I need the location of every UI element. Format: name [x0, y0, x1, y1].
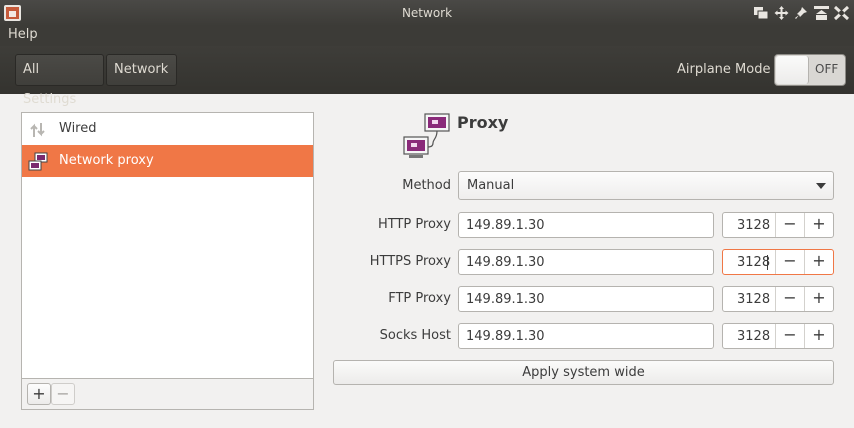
http-proxy-port-value: 3128 — [737, 218, 771, 233]
proxy-title: Proxy — [457, 113, 509, 132]
proxy-icon — [403, 113, 451, 159]
socks-port-decrement-button[interactable]: − — [775, 324, 804, 348]
socks-host-label: Socks Host — [379, 328, 451, 343]
https-proxy-host-value: 149.89.1.30 — [466, 255, 545, 270]
ftp-port-decrement-button[interactable]: − — [775, 287, 804, 311]
wired-arrows-icon — [28, 120, 48, 140]
close-icon[interactable] — [833, 5, 850, 21]
http-proxy-port-stepper[interactable]: 3128 − + — [722, 212, 834, 238]
https-proxy-port-stepper[interactable]: 3128 − + — [722, 249, 834, 275]
network-proxy-icon — [28, 152, 48, 172]
http-proxy-host-input[interactable]: 149.89.1.30 — [458, 212, 714, 238]
method-value: Manual — [467, 178, 515, 193]
restore-icon[interactable] — [753, 5, 770, 21]
apply-system-wide-button[interactable]: Apply system wide — [333, 360, 834, 385]
chevron-down-icon — [816, 183, 826, 189]
ftp-proxy-label: FTP Proxy — [388, 291, 451, 306]
ftp-proxy-host-input[interactable]: 149.89.1.30 — [458, 286, 714, 312]
list-item-network-proxy[interactable]: Network proxy — [22, 145, 313, 177]
menu-bar: Help — [0, 26, 854, 46]
text-caret — [767, 255, 768, 270]
https-proxy-host-input[interactable]: 149.89.1.30 — [458, 249, 714, 275]
list-item-label: Wired — [59, 121, 97, 136]
title-bar: Network — [0, 0, 854, 26]
http-port-decrement-button[interactable]: − — [775, 213, 804, 237]
socks-port-value: 3128 — [737, 329, 771, 344]
list-item-wired[interactable]: Wired — [22, 113, 313, 145]
https-proxy-port-value: 3128 — [737, 255, 771, 270]
header-toolbar: All Settings Network Airplane Mode OFF — [0, 46, 854, 107]
https-port-decrement-button[interactable]: − — [775, 250, 804, 274]
pin-icon[interactable] — [793, 5, 810, 21]
connection-list: Wired Network proxy — [21, 112, 314, 379]
airplane-mode-label: Airplane Mode — [677, 62, 771, 77]
toggle-state-text: OFF — [815, 62, 839, 76]
network-crumb-button[interactable]: Network — [106, 54, 177, 86]
socks-host-value: 149.89.1.30 — [466, 329, 545, 344]
add-connection-button[interactable]: + — [27, 383, 51, 405]
http-proxy-host-value: 149.89.1.30 — [466, 218, 545, 233]
method-label: Method — [402, 178, 451, 193]
window-title: Network — [401, 6, 453, 20]
socks-host-input[interactable]: 149.89.1.30 — [458, 323, 714, 349]
socks-port-stepper[interactable]: 3128 − + — [722, 323, 834, 349]
ftp-proxy-host-value: 149.89.1.30 — [466, 292, 545, 307]
move-icon[interactable] — [773, 5, 790, 21]
socks-port-increment-button[interactable]: + — [804, 324, 833, 348]
ftp-port-increment-button[interactable]: + — [804, 287, 833, 311]
remove-connection-button[interactable]: − — [51, 383, 75, 405]
maximize-icon[interactable] — [813, 5, 830, 21]
https-proxy-label: HTTPS Proxy — [369, 254, 451, 269]
http-port-increment-button[interactable]: + — [804, 213, 833, 237]
toggle-knob[interactable] — [776, 56, 809, 84]
method-dropdown[interactable]: Manual — [458, 171, 834, 200]
ftp-proxy-port-stepper[interactable]: 3128 − + — [722, 286, 834, 312]
all-settings-button[interactable]: All Settings — [15, 54, 104, 107]
list-item-label: Network proxy — [59, 153, 154, 168]
ftp-proxy-port-value: 3128 — [737, 292, 771, 307]
http-proxy-label: HTTP Proxy — [377, 217, 451, 232]
menu-help[interactable]: Help — [8, 27, 38, 42]
airplane-mode-toggle[interactable]: OFF — [774, 54, 846, 86]
https-port-increment-button[interactable]: + — [804, 250, 833, 274]
list-toolbar: + − — [21, 379, 314, 410]
